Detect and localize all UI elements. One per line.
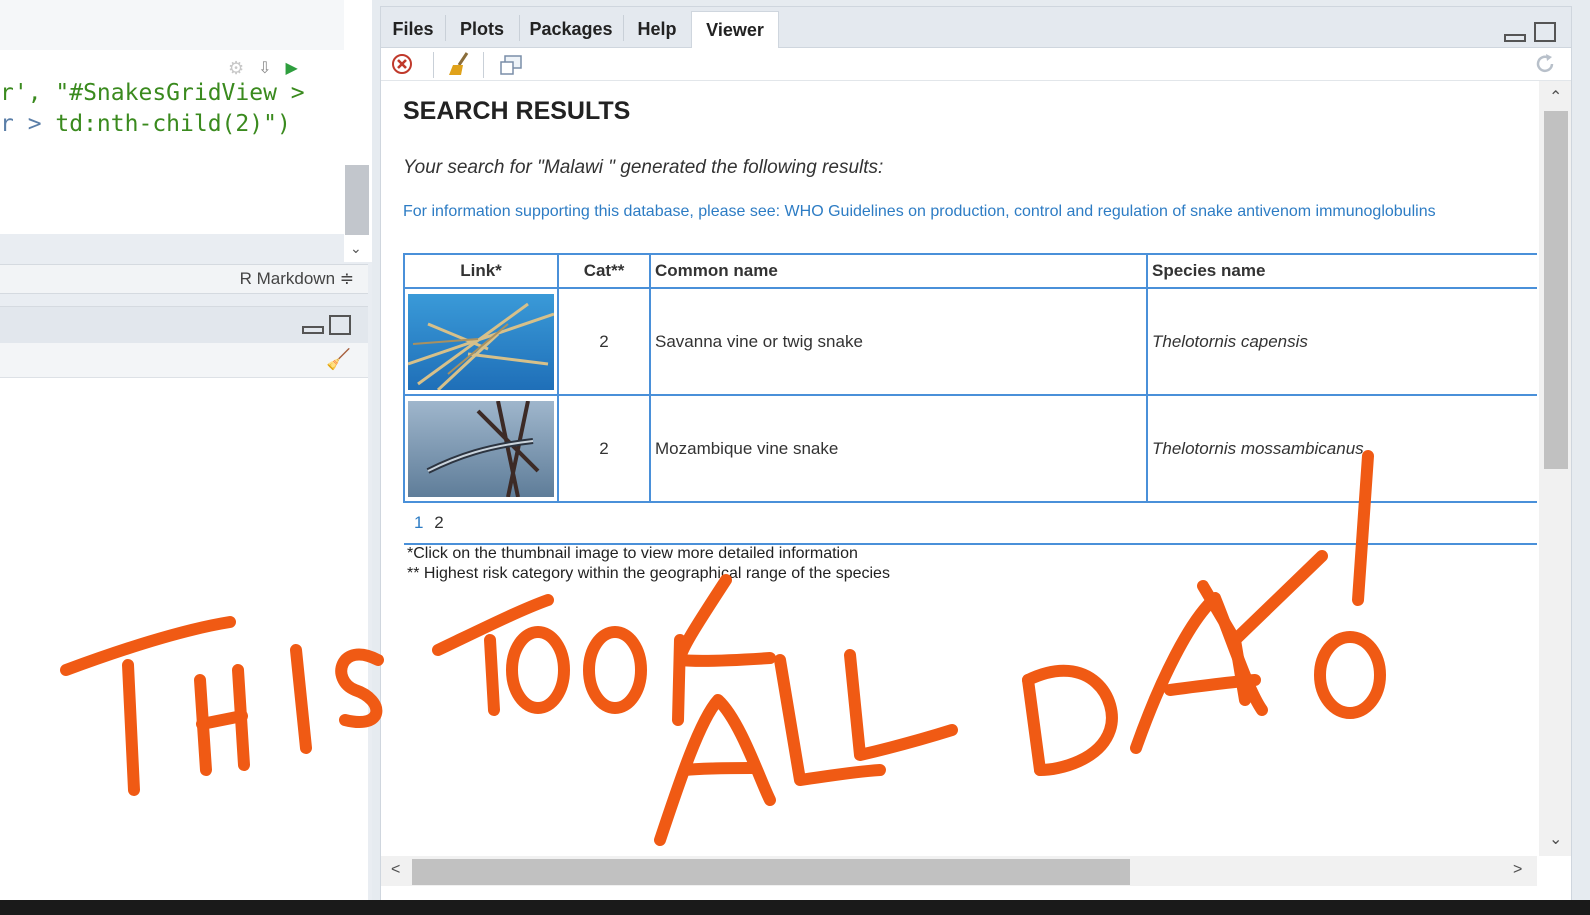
tab-separator bbox=[623, 15, 624, 41]
pane-window-controls bbox=[1503, 21, 1557, 43]
code-token: r > bbox=[0, 111, 56, 137]
editor-toolbar: ⚙ ⇩ ▶ bbox=[228, 56, 298, 80]
tab-separator bbox=[445, 15, 446, 41]
tab-packages[interactable]: Packages bbox=[521, 11, 621, 47]
left-column: ⚙ ⇩ ▶ r', "#SnakesGridView > r > td:nth-… bbox=[0, 0, 372, 901]
species-name-cell: Thelotornis mossambicanus bbox=[1146, 394, 1537, 503]
code-token: td:nth-child(2)") bbox=[55, 111, 291, 137]
tab-plots[interactable]: Plots bbox=[447, 11, 517, 47]
who-guidelines-link[interactable]: For information supporting this database… bbox=[403, 203, 1436, 221]
scroll-down-icon[interactable]: ⌄ bbox=[350, 240, 362, 257]
footnote-thumbnail: *Click on the thumbnail image to view mo… bbox=[407, 545, 858, 562]
thumbnail-cell bbox=[403, 394, 559, 503]
clear-console-icon[interactable]: 🧹 bbox=[326, 347, 351, 372]
tab-separator bbox=[519, 15, 520, 41]
run-all-icon[interactable]: ⇩ bbox=[258, 58, 271, 78]
code-line-2: r > td:nth-child(2)") bbox=[0, 111, 291, 137]
column-header-cat[interactable]: Cat** bbox=[557, 253, 651, 289]
tab-help[interactable]: Help bbox=[625, 11, 689, 47]
viewer-content: SEARCH RESULTS Your search for "Malawi "… bbox=[381, 81, 1537, 856]
species-name-cell: Thelotornis capensis bbox=[1146, 287, 1537, 396]
clear-viewer-broom-icon[interactable] bbox=[447, 51, 473, 77]
code-token: r', bbox=[0, 80, 56, 106]
minimize-pane-icon[interactable] bbox=[1503, 33, 1527, 43]
pane-window-controls[interactable] bbox=[300, 313, 356, 339]
console-tab-bar bbox=[0, 307, 368, 343]
vertical-scrollbar-thumb[interactable] bbox=[1544, 111, 1568, 469]
viewer-pane: Files Plots Packages Help Viewer SEARCH … bbox=[380, 6, 1572, 902]
taskbar-strip bbox=[0, 900, 1590, 915]
common-name-cell: Savanna vine or twig snake bbox=[649, 287, 1148, 396]
code-token: "#SnakesGridView > bbox=[55, 80, 305, 106]
snake-thumbnail-image[interactable] bbox=[408, 400, 554, 497]
editor-tab-strip bbox=[0, 0, 344, 50]
column-header-common-name[interactable]: Common name bbox=[649, 253, 1148, 289]
page-current-2: 2 bbox=[434, 513, 444, 532]
refresh-icon[interactable] bbox=[1533, 52, 1557, 76]
scroll-right-icon[interactable]: > bbox=[1513, 861, 1522, 879]
scroll-down-icon[interactable]: ⌄ bbox=[1549, 829, 1562, 849]
source-editor[interactable]: ⚙ ⇩ ▶ r', "#SnakesGridView > r > td:nth-… bbox=[0, 0, 344, 234]
table-row: 2 Mozambique vine snake Thelotornis moss… bbox=[403, 394, 1537, 503]
editor-scrollbar-thumb[interactable] bbox=[345, 165, 369, 235]
popout-window-icon[interactable] bbox=[499, 54, 523, 76]
console-toolbar: 🧹 bbox=[0, 343, 368, 378]
scroll-up-icon[interactable]: ⌃ bbox=[1549, 87, 1562, 107]
editor-status-bar: R Markdown ≑ bbox=[0, 264, 368, 294]
gear-icon[interactable]: ⚙ bbox=[228, 58, 244, 79]
viewer-horizontal-scrollbar[interactable]: < > bbox=[381, 856, 1537, 886]
toolbar-separator bbox=[433, 52, 434, 78]
scroll-left-icon[interactable]: < bbox=[391, 861, 400, 879]
footnote-risk-category: ** Highest risk category within the geog… bbox=[407, 565, 890, 582]
category-cell: 2 bbox=[557, 394, 651, 503]
editor-scrollbar[interactable]: ⌄ bbox=[344, 0, 372, 262]
page-link-1[interactable]: 1 bbox=[414, 513, 423, 532]
pager-row: 1 2 bbox=[404, 501, 1537, 545]
category-cell: 2 bbox=[557, 287, 651, 396]
viewer-vertical-scrollbar[interactable]: ⌃ ⌄ bbox=[1539, 81, 1571, 856]
results-table: Link* Cat** Common name Species name 2 S… bbox=[403, 253, 1537, 545]
common-name-cell: Mozambique vine snake bbox=[649, 394, 1148, 503]
toolbar-separator bbox=[483, 52, 484, 78]
search-summary: Your search for "Malawi " generated the … bbox=[403, 157, 884, 178]
tab-viewer[interactable]: Viewer bbox=[691, 11, 779, 49]
horizontal-scrollbar-thumb[interactable] bbox=[412, 859, 1130, 885]
tab-files[interactable]: Files bbox=[383, 11, 443, 47]
column-header-species-name[interactable]: Species name bbox=[1146, 253, 1537, 289]
console-pane: 🧹 bbox=[0, 306, 368, 901]
page-title: SEARCH RESULTS bbox=[403, 97, 631, 125]
run-chunk-icon[interactable]: ▶ bbox=[286, 58, 298, 78]
document-type-selector[interactable]: R Markdown ≑ bbox=[240, 269, 354, 289]
column-header-link[interactable]: Link* bbox=[403, 253, 559, 289]
snake-thumbnail-image[interactable] bbox=[408, 293, 554, 390]
code-line-1: r', "#SnakesGridView > bbox=[0, 80, 305, 106]
table-header-row: Link* Cat** Common name Species name bbox=[403, 253, 1537, 289]
maximize-pane-icon[interactable] bbox=[1533, 21, 1557, 43]
table-row: 2 Savanna vine or twig snake Thelotornis… bbox=[403, 287, 1537, 396]
viewer-toolbar bbox=[381, 48, 1571, 81]
viewer-tab-bar: Files Plots Packages Help Viewer bbox=[381, 7, 1571, 49]
thumbnail-cell bbox=[403, 287, 559, 396]
stop-icon[interactable] bbox=[391, 53, 413, 75]
pager: 1 2 bbox=[404, 501, 1537, 545]
